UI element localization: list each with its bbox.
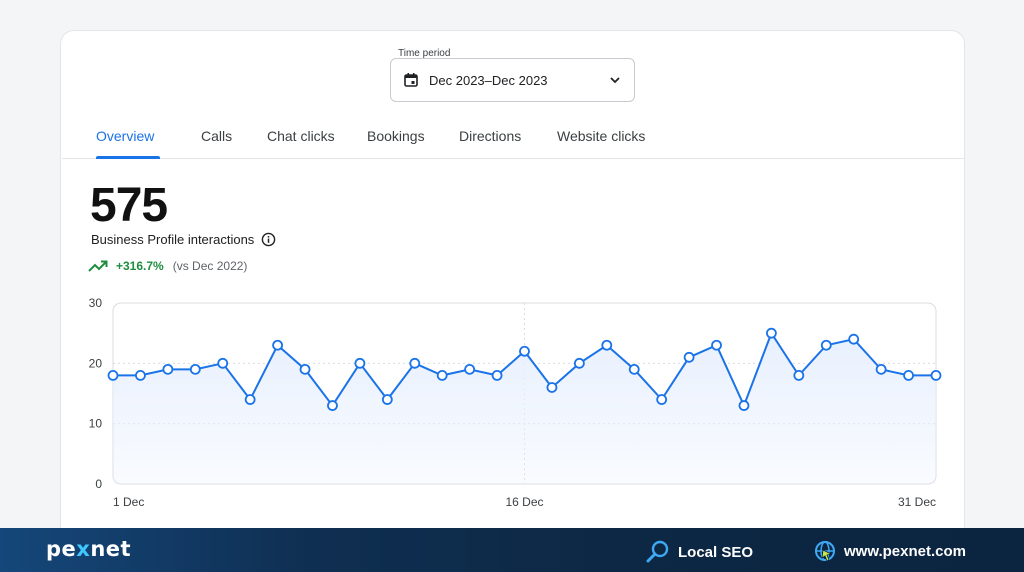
website-item: www.pexnet.com — [814, 540, 966, 562]
y-tick-label: 30 — [89, 296, 103, 310]
metric-label: Business Profile interactions — [91, 232, 255, 247]
data-point — [244, 394, 256, 405]
data-point — [573, 357, 585, 369]
tab-bookings[interactable]: Bookings — [367, 128, 425, 144]
y-tick-label: 20 — [89, 356, 103, 370]
x-tick-label: 16 Dec — [505, 495, 543, 509]
data-point — [601, 339, 613, 351]
data-point — [217, 357, 229, 369]
tab-overview[interactable]: Overview — [96, 128, 154, 144]
data-point — [464, 363, 476, 375]
data-point — [381, 394, 393, 405]
y-tick-label: 0 — [95, 477, 102, 491]
data-point — [409, 357, 421, 369]
pexnet-logo: pexnet — [46, 537, 132, 561]
data-point — [738, 400, 750, 411]
data-point — [656, 394, 668, 405]
data-point — [875, 363, 887, 375]
data-point — [546, 382, 558, 393]
time-period-select[interactable]: Dec 2023–Dec 2023 — [390, 58, 635, 102]
y-tick-label: 10 — [89, 417, 103, 431]
data-point — [766, 327, 777, 339]
interactions-total: 575 — [90, 179, 168, 232]
data-point — [793, 370, 805, 381]
x-tick-label: 31 Dec — [898, 495, 936, 509]
data-point — [683, 351, 695, 363]
data-point — [491, 370, 503, 381]
chevron-down-icon — [610, 77, 620, 84]
calendar-icon — [404, 73, 418, 87]
data-point — [162, 363, 174, 375]
data-point — [930, 370, 942, 381]
metric-tabs: Overview Calls Chat clicks Bookings Dire… — [62, 122, 964, 159]
time-period-value: Dec 2023–Dec 2023 — [429, 72, 548, 88]
metric-label-row: Business Profile interactions — [91, 232, 276, 247]
data-point — [820, 339, 832, 351]
data-point — [327, 400, 338, 411]
info-icon[interactable] — [261, 232, 276, 247]
interactions-line-chart: 0 10 20 30 1 Dec 16 Dec 31 Dec — [89, 296, 942, 509]
comparison-text: (vs Dec 2022) — [172, 259, 248, 273]
tab-directions[interactable]: Directions — [459, 128, 521, 144]
active-tab-indicator — [96, 156, 160, 159]
tab-chat-clicks[interactable]: Chat clicks — [267, 128, 335, 144]
data-point — [711, 339, 722, 351]
tab-website-clicks[interactable]: Website clicks — [557, 128, 645, 144]
tab-calls[interactable]: Calls — [201, 128, 232, 144]
footer-banner: pexnet Local SEO www.pexnet.com — [0, 528, 1024, 572]
website-text: www.pexnet.com — [844, 542, 966, 560]
local-seo-text: Local SEO — [678, 543, 754, 561]
globe-cursor-icon — [815, 541, 835, 562]
local-seo-item: Local SEO — [646, 540, 753, 564]
trend-row: +316.7% (vs Dec 2022) — [88, 259, 247, 273]
data-point — [354, 357, 366, 369]
data-point — [107, 370, 119, 381]
trending-up-icon — [88, 260, 108, 272]
data-point — [903, 370, 914, 381]
search-icon — [646, 540, 669, 563]
data-point — [135, 370, 146, 381]
data-point — [299, 363, 311, 375]
change-percent: +316.7% — [116, 259, 164, 273]
data-point — [189, 363, 201, 375]
data-point — [628, 363, 640, 375]
data-point — [436, 370, 448, 381]
data-point — [848, 333, 860, 345]
data-point — [272, 339, 284, 351]
data-point — [519, 345, 530, 357]
x-tick-label: 1 Dec — [113, 495, 144, 509]
